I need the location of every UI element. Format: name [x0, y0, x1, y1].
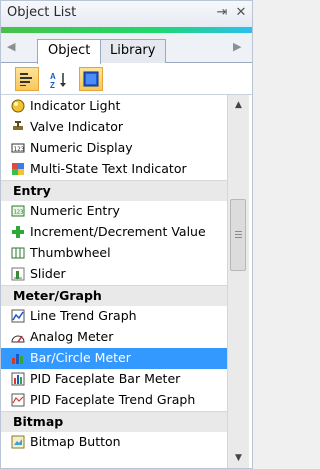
list-item-label: Analog Meter	[30, 329, 114, 344]
category-header[interactable]: Entry	[1, 180, 227, 201]
close-icon[interactable]: ✕	[233, 4, 249, 22]
list-item-label: Bar/Circle Meter	[30, 350, 131, 365]
thumb-grip	[235, 231, 242, 232]
numeric-entry-icon: 123	[11, 205, 25, 217]
list-item-label: PID Faceplate Trend Graph	[30, 392, 196, 407]
tab-strip: ◀ Object Library ▶	[1, 33, 252, 64]
toolbar: A Z	[1, 63, 252, 95]
panel-title: Object List	[7, 5, 77, 20]
tab-scroll-right-icon[interactable]: ▶	[233, 40, 241, 53]
pid-trend-graph-icon	[11, 393, 25, 407]
list-item-label: Bitmap Button	[30, 434, 121, 449]
thumb-grip	[235, 237, 242, 238]
list-item-label: Line Trend Graph	[30, 308, 137, 323]
list-item[interactable]: PID Faceplate Trend Graph	[1, 390, 227, 411]
categorized-view-icon	[20, 73, 32, 86]
svg-text:123: 123	[14, 146, 25, 153]
scroll-up-icon[interactable]: ▲	[228, 95, 249, 115]
category-label: Bitmap	[13, 414, 64, 429]
object-list-panel: Object List ⇥ ✕ ◀ Object Library ▶ A Z I…	[0, 0, 253, 469]
list-item[interactable]: Line Trend Graph	[1, 306, 227, 327]
vertical-scrollbar[interactable]: ▲ ▼	[227, 95, 249, 468]
tab-object[interactable]: Object	[37, 39, 102, 64]
object-list: Indicator Light Valve Indicator 123 Numeric…	[1, 95, 252, 468]
list-item-label: Numeric Display	[30, 140, 133, 155]
analog-meter-icon	[11, 335, 25, 343]
list-item[interactable]: 123 Numeric Display	[1, 138, 227, 159]
numeric-display-icon: 123	[11, 143, 25, 153]
category-label: Entry	[13, 183, 51, 198]
category-header[interactable]: Bitmap	[1, 411, 227, 432]
list-item[interactable]: Bar/Circle Meter	[1, 348, 227, 369]
indicator-light-icon	[11, 99, 25, 113]
line-trend-graph-icon	[11, 309, 25, 323]
list-item-label: Thumbwheel	[30, 245, 111, 260]
display-icon	[83, 71, 99, 87]
bitmap-button-icon	[11, 435, 25, 449]
category-header[interactable]: Meter/Graph	[1, 285, 227, 306]
bar-circle-meter-icon	[12, 354, 23, 364]
valve-indicator-icon	[13, 121, 23, 130]
svg-text:Z: Z	[50, 81, 55, 89]
pin-icon[interactable]: ⇥	[214, 4, 230, 22]
thumb-grip	[235, 234, 242, 235]
list-item[interactable]: 123 Numeric Entry	[1, 201, 227, 222]
list-item-label: Slider	[30, 266, 66, 281]
tab-library[interactable]: Library	[99, 39, 167, 63]
scroll-thumb[interactable]	[230, 199, 246, 271]
categorized-view-button[interactable]	[15, 67, 39, 91]
svg-text:A: A	[50, 72, 56, 81]
list-item-label: Numeric Entry	[30, 203, 120, 218]
thumbwheel-icon	[11, 247, 25, 259]
list-item-label: Increment/Decrement Value	[30, 224, 206, 239]
scroll-down-icon[interactable]: ▼	[228, 448, 249, 468]
list-item-label: PID Faceplate Bar Meter	[30, 371, 181, 386]
list-item-label: Indicator Light	[30, 98, 121, 113]
slider-icon	[11, 267, 25, 281]
list-item[interactable]: Valve Indicator	[1, 117, 227, 138]
sort-alphabetical-icon: A Z	[50, 72, 66, 89]
tab-scroll-left-icon[interactable]: ◀	[7, 40, 15, 53]
svg-text:123: 123	[14, 210, 24, 216]
multistate-text-icon	[12, 163, 24, 175]
list-item-label: Valve Indicator	[30, 119, 124, 134]
list-item[interactable]: Slider	[1, 264, 227, 285]
list-item-label: Multi-State Text Indicator	[30, 161, 187, 176]
list-item[interactable]: Thumbwheel	[1, 243, 227, 264]
category-label: Meter/Graph	[13, 288, 102, 303]
list-item[interactable]: Analog Meter	[1, 327, 227, 348]
pid-bar-meter-icon	[11, 372, 25, 386]
list-item[interactable]: Increment/Decrement Value	[1, 222, 227, 243]
list-item[interactable]: Indicator Light	[1, 96, 227, 117]
sort-alphabetical-button[interactable]: A Z	[46, 67, 70, 91]
list-item[interactable]: Bitmap Button	[1, 432, 227, 453]
display-button[interactable]	[79, 67, 103, 91]
title-bar: Object List ⇥ ✕	[1, 1, 252, 27]
increment-decrement-icon	[12, 226, 24, 238]
list-item[interactable]: Multi-State Text Indicator	[1, 159, 227, 180]
list-item[interactable]: PID Faceplate Bar Meter	[1, 369, 227, 390]
